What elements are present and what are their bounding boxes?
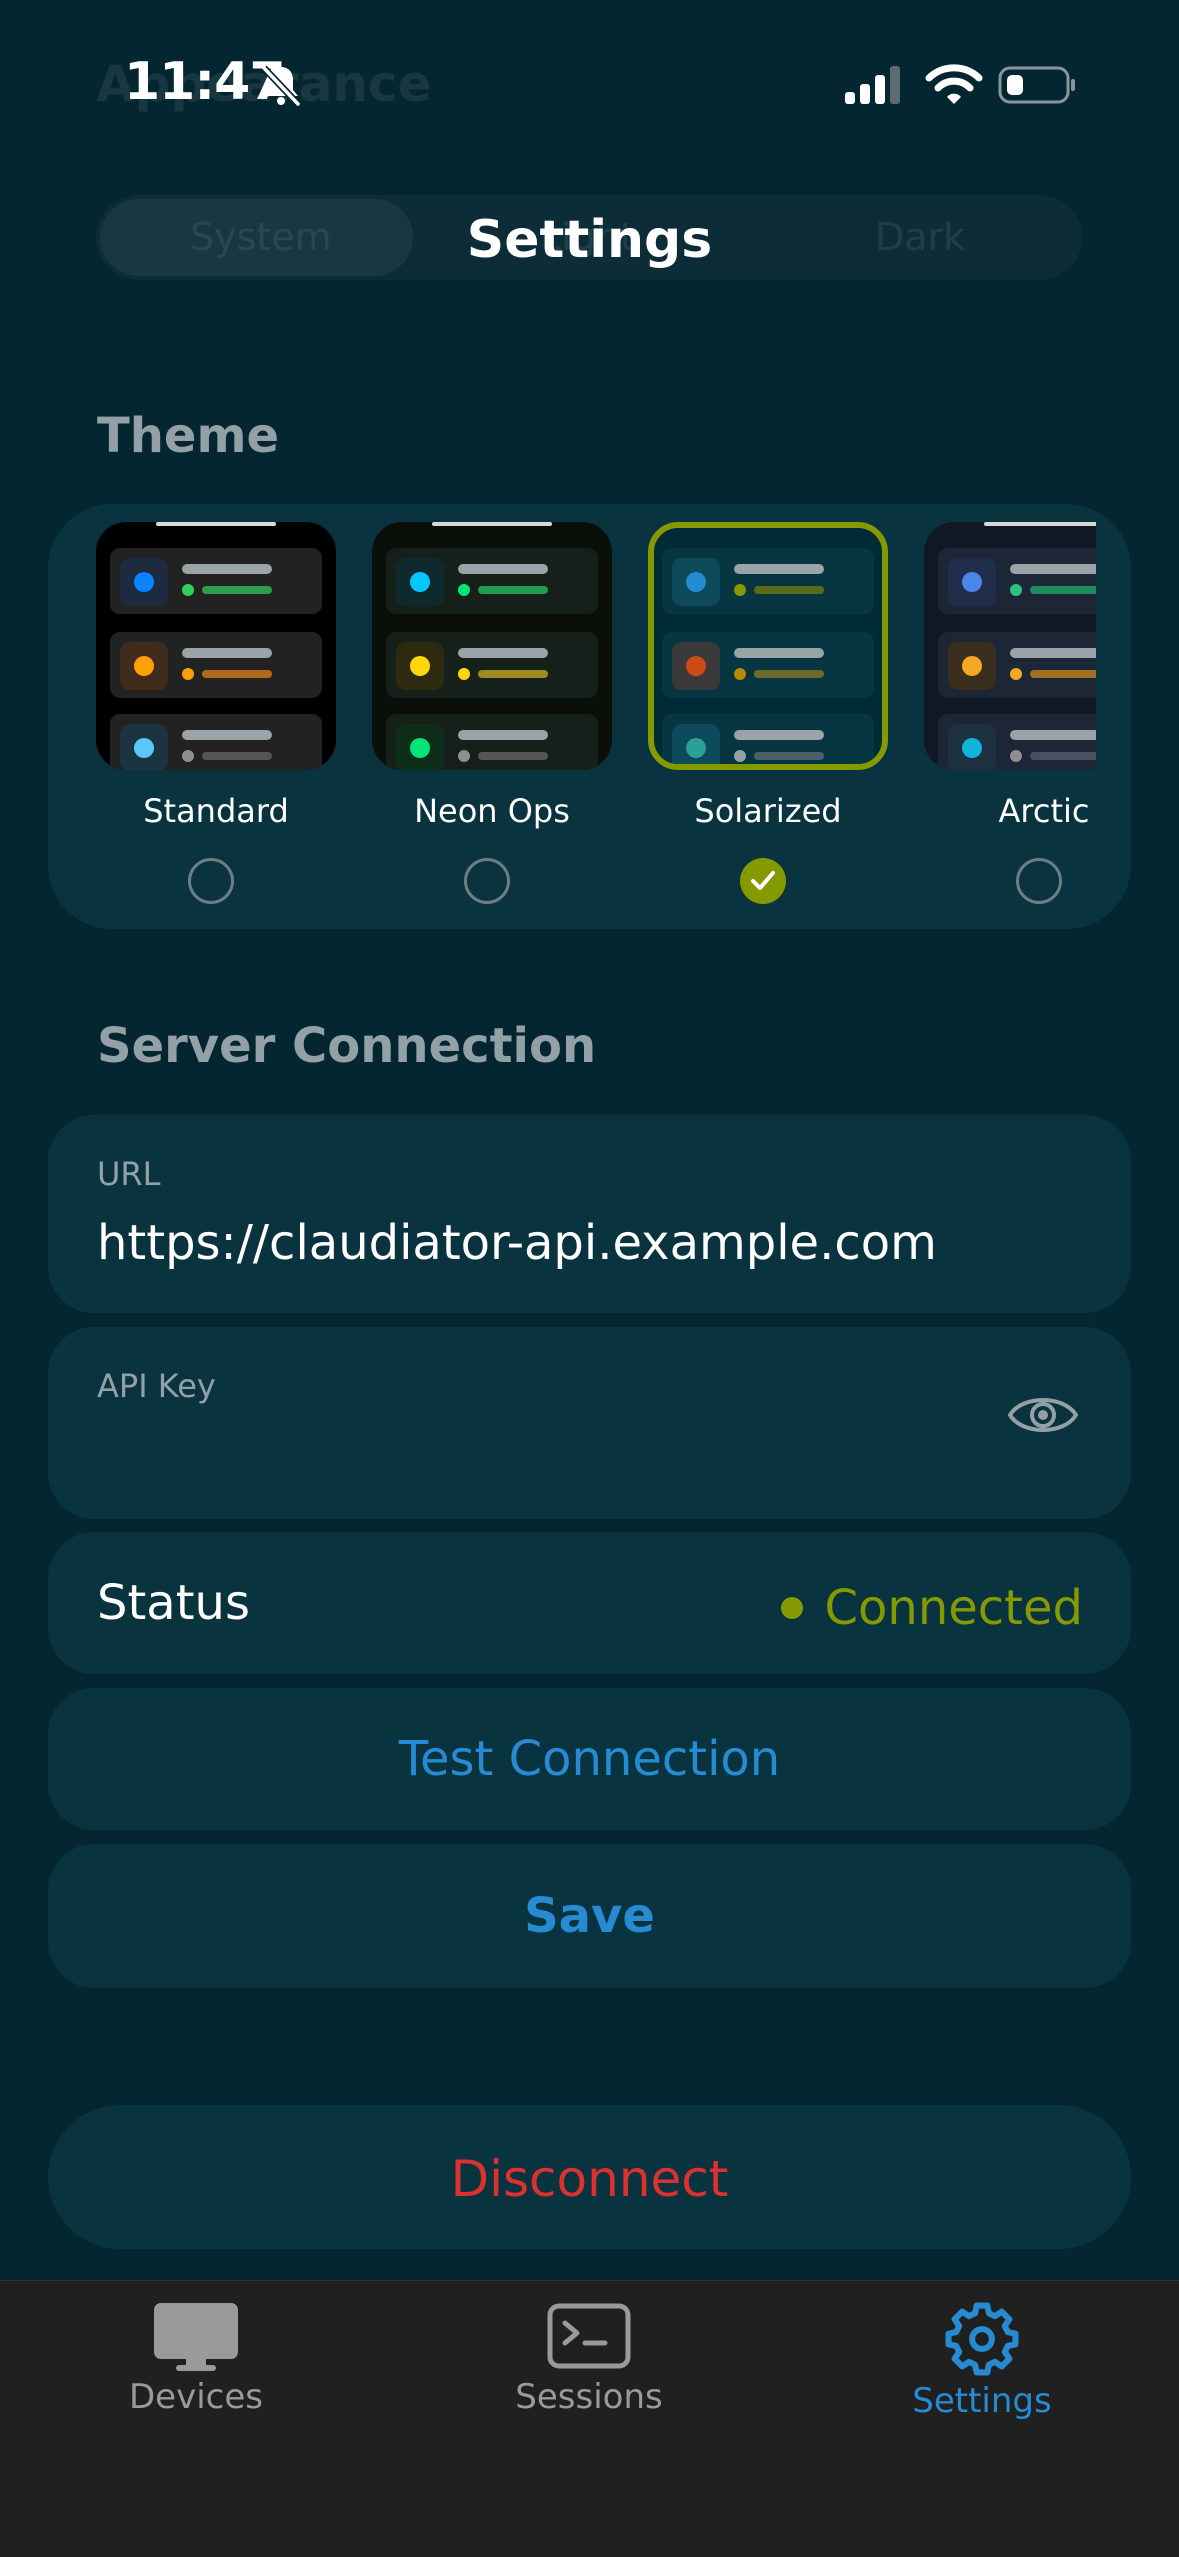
theme-label-neon-ops: Neon Ops [414, 792, 570, 830]
tab-bar: Devices Sessions Settings [0, 2280, 1179, 2557]
theme-radio-arctic[interactable] [1016, 858, 1062, 904]
page-title: Settings [466, 210, 713, 270]
gear-icon [945, 2302, 1019, 2376]
theme-radio-solarized[interactable] [740, 858, 786, 904]
connection-status: Connected [780, 1580, 1083, 1636]
theme-radio-neon-ops[interactable] [464, 858, 510, 904]
theme-carousel[interactable]: Standard Neon Ops Solarized Arctic [96, 522, 1096, 922]
wifi-icon [925, 64, 983, 104]
status-dot-icon [780, 1597, 803, 1619]
url-label: URL [97, 1155, 161, 1193]
bell-slash-icon [261, 65, 301, 107]
terminal-icon [547, 2303, 631, 2369]
checkmark-icon [751, 871, 775, 890]
desktop-icon [154, 2303, 238, 2371]
theme-preview-neon-ops [372, 522, 612, 770]
status-label: Status [97, 1575, 250, 1631]
tab-devices[interactable]: Devices [46, 2301, 346, 2417]
theme-label-standard: Standard [143, 792, 289, 830]
api-key-label: API Key [97, 1367, 216, 1405]
theme-preview-standard [96, 522, 336, 770]
tab-settings[interactable]: Settings [832, 2301, 1132, 2421]
theme-radio-standard[interactable] [188, 858, 234, 904]
theme-preview-arctic [924, 522, 1096, 770]
test-connection-button[interactable]: Test Connection [48, 1688, 1131, 1830]
tab-sessions-label: Sessions [515, 2377, 663, 2417]
tab-sessions[interactable]: Sessions [439, 2301, 739, 2417]
theme-preview-solarized [648, 522, 888, 770]
cellular-signal-icon [845, 66, 900, 104]
test-connection-label: Test Connection [398, 1731, 781, 1787]
battery-icon [998, 66, 1075, 104]
url-input[interactable]: https://claudiator-api.example.com [97, 1215, 937, 1271]
eye-icon[interactable] [1007, 1392, 1079, 1438]
theme-section-header: Theme [97, 408, 280, 464]
tab-settings-label: Settings [912, 2381, 1052, 2421]
status-row: Status Connected [48, 1532, 1131, 1674]
disconnect-button[interactable]: Disconnect [48, 2105, 1131, 2249]
save-button[interactable]: Save [48, 1844, 1131, 1988]
theme-picker-card: Standard Neon Ops Solarized Arctic [48, 504, 1131, 929]
url-field[interactable]: URL https://claudiator-api.example.com [48, 1115, 1131, 1313]
server-section-header: Server Connection [97, 1018, 597, 1074]
theme-label-solarized: Solarized [694, 792, 842, 830]
save-label: Save [524, 1888, 655, 1944]
theme-label-arctic: Arctic [998, 792, 1090, 830]
api-key-field[interactable]: API Key [48, 1327, 1131, 1519]
disconnect-label: Disconnect [450, 2150, 729, 2208]
tab-devices-label: Devices [129, 2377, 263, 2417]
status-value: Connected [824, 1580, 1083, 1636]
